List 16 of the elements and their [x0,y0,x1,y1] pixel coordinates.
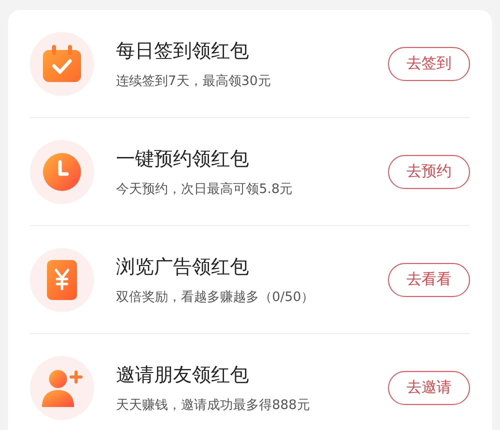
action-button[interactable]: 去看看 [388,262,470,296]
task-description: 双倍奖励，看越多赚越多（0/50） [116,288,316,306]
task-title: 一键预约领红包 [116,146,250,172]
action-button[interactable]: 去邀请 [388,370,470,404]
task-title: 浏览广告领红包 [116,254,250,280]
yen-card-icon [46,258,78,300]
action-button[interactable]: 去签到 [388,46,470,80]
task-title: 邀请朋友领红包 [116,362,250,388]
calendar-icon [42,44,82,82]
task-title: 每日签到领红包 [116,38,250,64]
task-description: 今天预约，次日最高可领5.8元 [116,180,294,198]
task-description: 天天赚钱，邀请成功最多得888元 [116,396,311,414]
clock-icon [42,152,82,192]
action-button[interactable]: 去预约 [388,154,470,188]
task-description: 连续签到7天，最高领30元 [116,72,272,90]
add-person-icon [40,368,84,408]
